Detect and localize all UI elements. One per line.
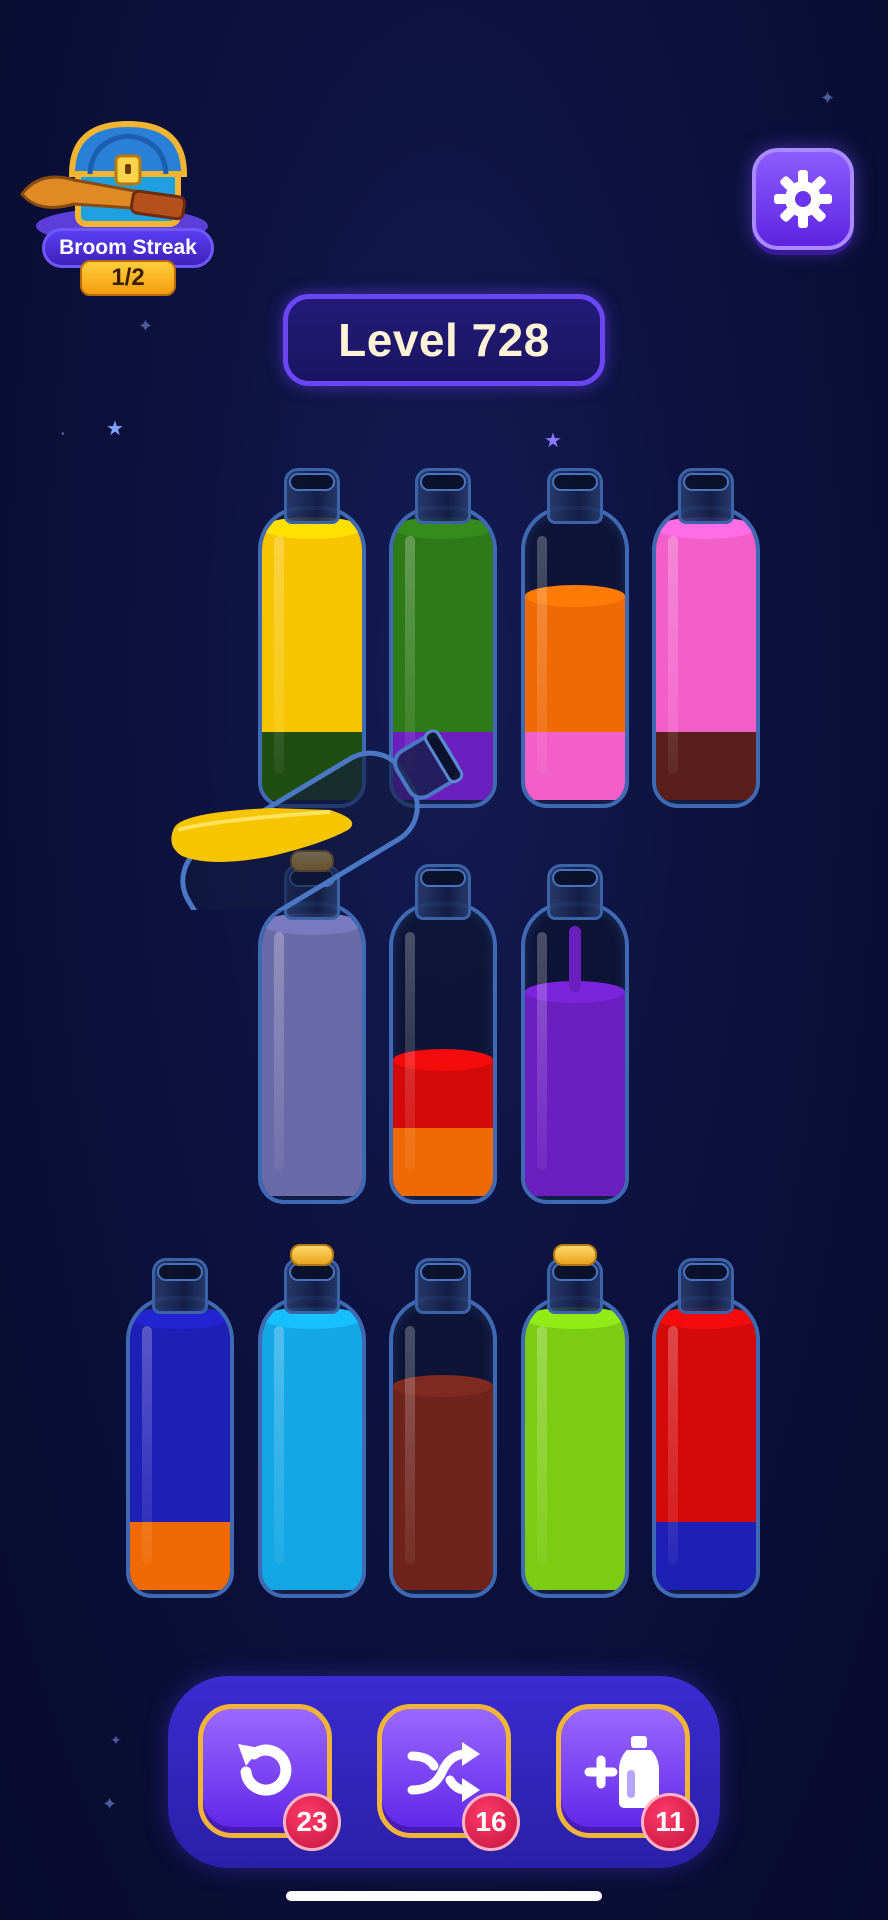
bottle-row2-3[interactable] (521, 864, 629, 1204)
bottle-row2-1[interactable] (258, 850, 366, 1204)
bottle-glass (258, 902, 366, 1204)
glass-shine (537, 1326, 547, 1564)
shuffle-count-badge: 16 (462, 1793, 520, 1851)
glass-shine (668, 1326, 678, 1564)
star-decoration: ✦ (138, 316, 154, 337)
bottle-row3-3[interactable] (389, 1258, 497, 1598)
bottle-glass (389, 1296, 497, 1598)
bottle-row3-1[interactable] (126, 1258, 234, 1598)
bottle-row3-4[interactable] (521, 1244, 629, 1598)
glass-shine (405, 1326, 415, 1564)
bottle-neck (547, 864, 603, 920)
bottle-neck (547, 1258, 603, 1314)
glass-shine (274, 1326, 284, 1564)
star-decoration: • (60, 429, 66, 440)
shuffle-icon (407, 1742, 480, 1802)
settings-button[interactable] (752, 148, 854, 250)
add-bottle-count-badge: 11 (641, 1793, 699, 1851)
bottle-neck (678, 468, 734, 524)
star-decoration: ✦ (110, 1733, 122, 1749)
bottle-glass (521, 506, 629, 808)
add-bottle-button[interactable]: 11 (556, 1704, 699, 1851)
star-decoration: ✦ (820, 88, 836, 109)
undo-count-badge: 23 (283, 1793, 341, 1851)
broom-streak-widget[interactable]: Broom Streak 1/2 (12, 118, 214, 298)
bottle-neck (284, 468, 340, 524)
pour-stream (569, 926, 581, 992)
bottle-glass (126, 1296, 234, 1598)
undo-button[interactable]: 23 (198, 1704, 341, 1851)
glass-shine (405, 932, 415, 1170)
star-decoration: ★ (544, 428, 562, 452)
shuffle-button[interactable]: 16 (377, 1704, 520, 1851)
bottle-neck (547, 468, 603, 524)
bottle-neck (415, 1258, 471, 1314)
bottle-neck (678, 1258, 734, 1314)
powerup-toolbar: 23 16 11 (168, 1676, 720, 1868)
pouring-bottle-graphic (171, 729, 464, 937)
home-indicator (286, 1891, 602, 1901)
glass-shine (142, 1326, 152, 1564)
bottle-glass (652, 506, 760, 808)
bottle-glass (521, 1296, 629, 1598)
cork-icon (553, 1244, 597, 1266)
glass-shine (668, 536, 678, 774)
glass-shine (537, 536, 547, 774)
bottle-row2-2[interactable] (389, 864, 497, 1204)
bottle-row3-5[interactable] (652, 1258, 760, 1598)
pouring-bottle[interactable] (152, 670, 492, 937)
bottle-glass (389, 902, 497, 1204)
bottle-row1-3[interactable] (521, 468, 629, 808)
glass-shine (274, 932, 284, 1170)
glass-shine (537, 932, 547, 1170)
bottle-glass (258, 1296, 366, 1598)
undo-icon (238, 1744, 292, 1796)
bottle-neck (284, 1258, 340, 1314)
bottle-row1-4[interactable] (652, 468, 760, 808)
gear-icon (774, 170, 832, 228)
level-title: Level 728 (283, 294, 605, 386)
bottle-glass (652, 1296, 760, 1598)
bottle-row3-2[interactable] (258, 1244, 366, 1598)
cork-icon (290, 1244, 334, 1266)
bottle-neck (415, 468, 471, 524)
star-decoration: ★ (106, 416, 124, 440)
star-decoration: ✦ (102, 1794, 118, 1815)
bottle-neck (152, 1258, 208, 1314)
broom-streak-count: 1/2 (80, 260, 176, 296)
